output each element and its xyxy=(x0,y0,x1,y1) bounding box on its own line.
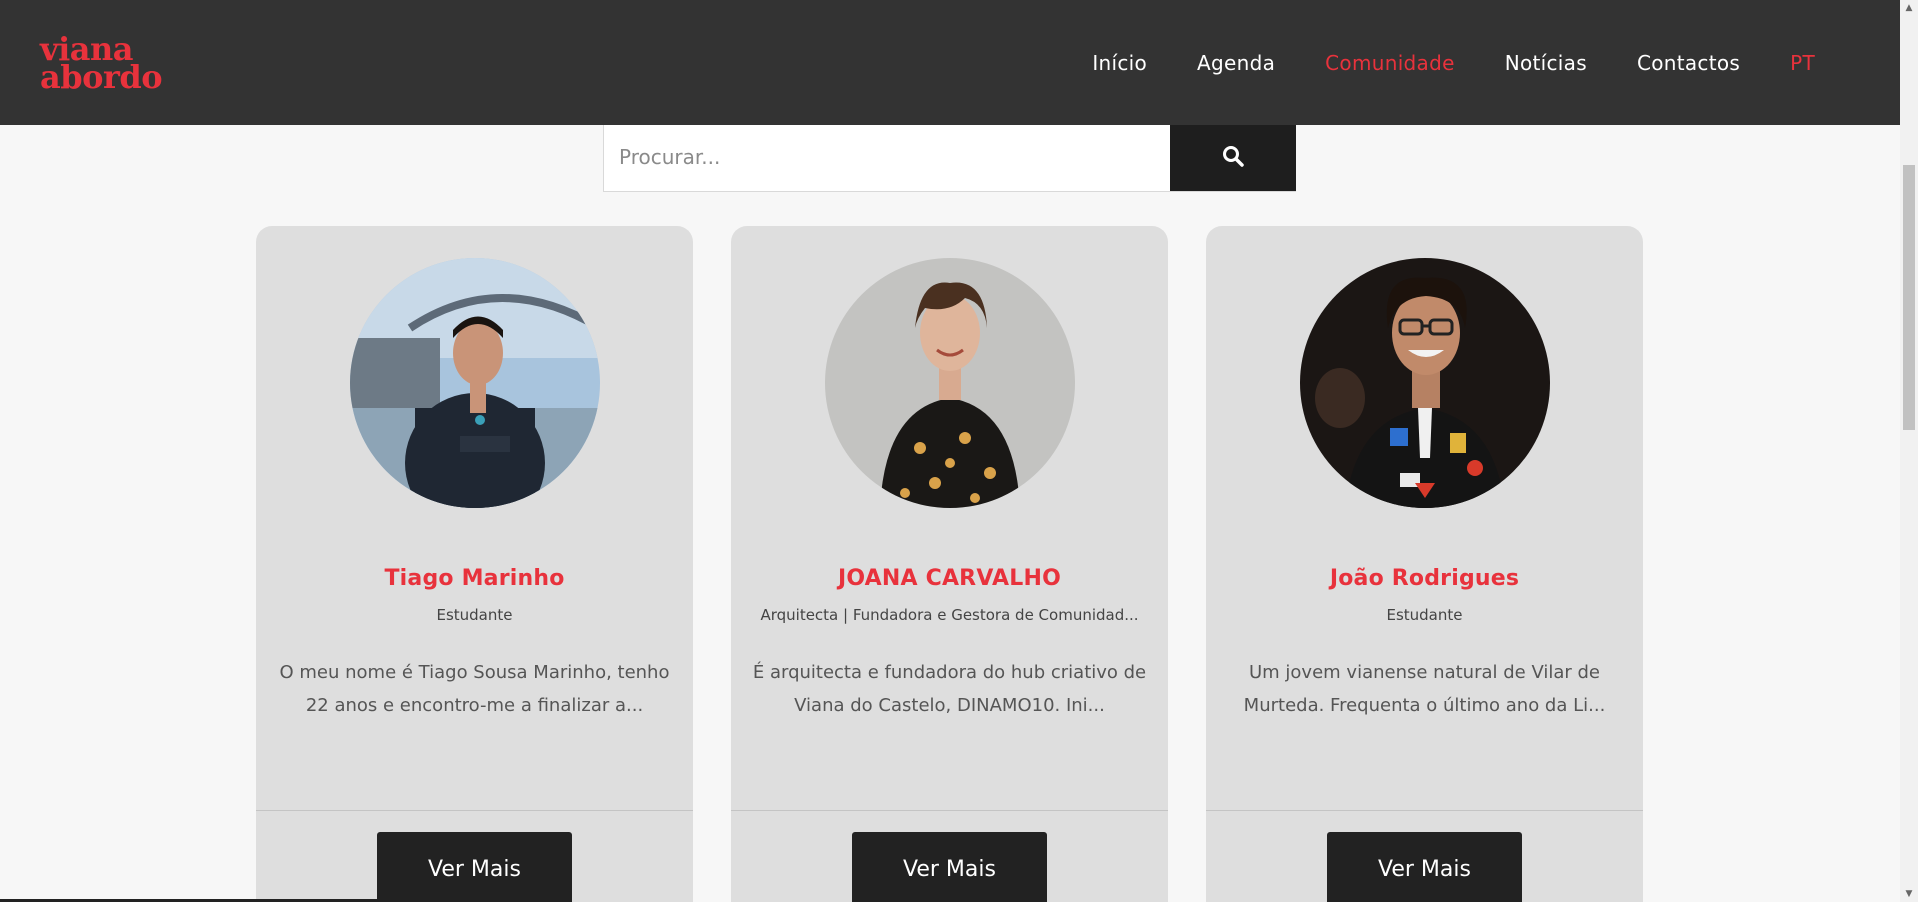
member-description: O meu nome é Tiago Sousa Marinho, tenho … xyxy=(279,662,670,716)
site-logo[interactable]: viana abordo xyxy=(40,33,163,96)
page-scrollbar[interactable]: ▲ ▼ xyxy=(1900,0,1918,902)
card-divider xyxy=(731,810,1168,811)
ver-mais-button[interactable]: Ver Mais xyxy=(852,832,1047,902)
member-name: JOANA CARVALHO xyxy=(837,566,1062,591)
logo-line-2: abordo xyxy=(40,57,163,96)
nav-item-comunidade[interactable]: Comunidade xyxy=(1325,51,1455,75)
language-selector[interactable]: PT xyxy=(1790,51,1815,75)
scroll-down-icon[interactable]: ▼ xyxy=(1900,886,1918,902)
ver-mais-button[interactable]: Ver Mais xyxy=(1327,832,1522,902)
member-name: Tiago Marinho xyxy=(384,566,565,591)
member-card: João Rodrigues Estudante Um jovem vianen… xyxy=(1206,226,1643,902)
member-description: Um jovem vianense natural de Vilar de Mu… xyxy=(1243,662,1606,716)
site-header: viana abordo Início Agenda Comunidade No… xyxy=(0,0,1900,125)
avatar xyxy=(350,258,600,508)
search-bar xyxy=(603,121,1296,192)
search-input[interactable] xyxy=(604,122,1170,191)
member-card: Tiago Marinho Estudante O meu nome é Tia… xyxy=(256,226,693,902)
member-card: JOANA CARVALHO Arquitecta | Fundadora e … xyxy=(731,226,1168,902)
member-role: Estudante xyxy=(436,606,513,624)
nav-item-agenda[interactable]: Agenda xyxy=(1197,51,1275,75)
scroll-up-icon[interactable]: ▲ xyxy=(1900,0,1918,16)
member-role: Estudante xyxy=(1386,606,1463,624)
nav-item-inicio[interactable]: Início xyxy=(1092,51,1147,75)
main-nav: Início Agenda Comunidade Notícias Contac… xyxy=(1092,51,1815,75)
nav-item-noticias[interactable]: Notícias xyxy=(1505,51,1587,75)
search-icon xyxy=(1223,146,1244,167)
member-role: Arquitecta | Fundadora e Gestora de Comu… xyxy=(760,606,1139,624)
scrollbar-thumb[interactable] xyxy=(1903,165,1915,430)
avatar xyxy=(825,258,1075,508)
search-button[interactable] xyxy=(1170,121,1296,191)
member-description: É arquitecta e fundadora do hub criativo… xyxy=(752,662,1147,716)
card-divider xyxy=(256,810,693,811)
nav-item-contactos[interactable]: Contactos xyxy=(1637,51,1740,75)
ver-mais-button[interactable]: Ver Mais xyxy=(377,832,572,902)
avatar xyxy=(1300,258,1550,508)
community-cards: Tiago Marinho Estudante O meu nome é Tia… xyxy=(256,226,1643,902)
member-name: João Rodrigues xyxy=(1329,566,1520,591)
card-divider xyxy=(1206,810,1643,811)
